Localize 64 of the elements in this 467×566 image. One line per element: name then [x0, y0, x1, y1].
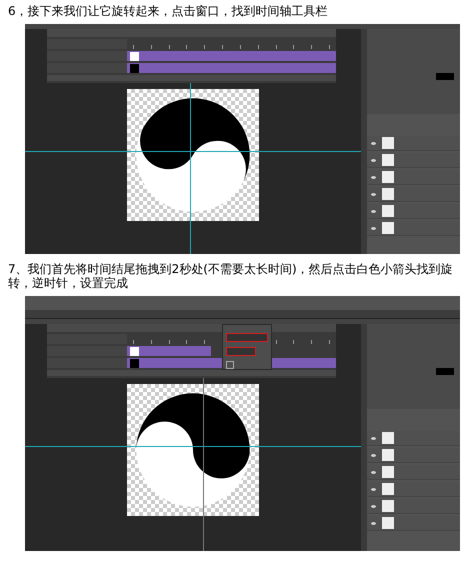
layer-thumbnail [382, 205, 394, 217]
time-tick [186, 340, 188, 344]
eye-icon[interactable] [371, 436, 376, 440]
layer-thumbnail [382, 222, 394, 234]
time-tick [133, 45, 134, 49]
layer-thumbnail [382, 154, 394, 166]
timeline-clip[interactable] [127, 63, 336, 73]
step-instruction: 7、我们首先将时间结尾拖拽到2秒处(不需要太长时间)，然后点击白色小箭头找到旋转，逆时针，设置完成 [7, 261, 454, 292]
time-tick [311, 45, 312, 49]
layer-row[interactable] [367, 448, 460, 463]
time-tick [168, 45, 170, 49]
timeline-clip[interactable] [127, 346, 211, 356]
layer-thumbnail [382, 432, 394, 444]
layer-row[interactable] [367, 499, 460, 514]
eye-icon[interactable] [371, 454, 376, 456]
layer-row[interactable] [367, 170, 460, 185]
eye-icon[interactable] [371, 210, 376, 212]
eye-icon[interactable] [371, 158, 376, 162]
layer-thumbnail [382, 500, 394, 512]
timeline-clip[interactable] [127, 51, 336, 61]
eye-icon[interactable] [371, 504, 376, 508]
eye-icon[interactable] [371, 226, 376, 230]
time-tick [150, 340, 152, 344]
layer-thumbnail [382, 449, 394, 461]
time-tick [293, 340, 294, 344]
layer-row[interactable] [367, 431, 460, 446]
time-tick [133, 340, 134, 344]
dropdown-field[interactable] [226, 347, 256, 356]
time-tick [328, 340, 330, 344]
eye-icon[interactable] [371, 142, 376, 144]
time-tick [222, 45, 224, 49]
time-tick [204, 340, 206, 344]
layer-row[interactable] [367, 153, 460, 168]
layer-thumbnail [382, 137, 394, 149]
eye-icon[interactable] [371, 522, 376, 524]
eye-icon[interactable] [371, 470, 376, 474]
layer-thumbnail [382, 171, 394, 183]
time-tick [293, 45, 294, 49]
time-tick [150, 45, 152, 49]
layer-thumbnail [382, 188, 394, 200]
eye-icon[interactable] [371, 192, 376, 196]
time-tick [168, 340, 170, 344]
color-swatch[interactable] [436, 368, 454, 375]
step-instruction: 6，接下来我们让它旋转起来，点击窗口，找到时间轴工具栏 [7, 3, 329, 20]
layer-thumbnail [382, 517, 394, 529]
layer-row[interactable] [367, 204, 460, 219]
layer-row[interactable] [367, 482, 460, 497]
color-swatch[interactable] [436, 73, 454, 80]
time-tick [240, 45, 241, 49]
time-tick [258, 45, 259, 49]
layer-row[interactable] [367, 136, 460, 151]
time-tick [311, 340, 312, 344]
dropdown-field[interactable] [226, 333, 268, 342]
layer-row[interactable] [367, 465, 460, 480]
time-tick [186, 45, 188, 49]
layer-row[interactable] [367, 516, 460, 531]
eye-icon[interactable] [371, 488, 376, 490]
layer-row[interactable] [367, 221, 460, 236]
eye-icon[interactable] [371, 176, 376, 178]
layer-thumbnail [382, 483, 394, 495]
time-tick [204, 45, 206, 49]
time-tick [328, 45, 330, 49]
layer-row[interactable] [367, 187, 460, 202]
layer-thumbnail [382, 466, 394, 478]
